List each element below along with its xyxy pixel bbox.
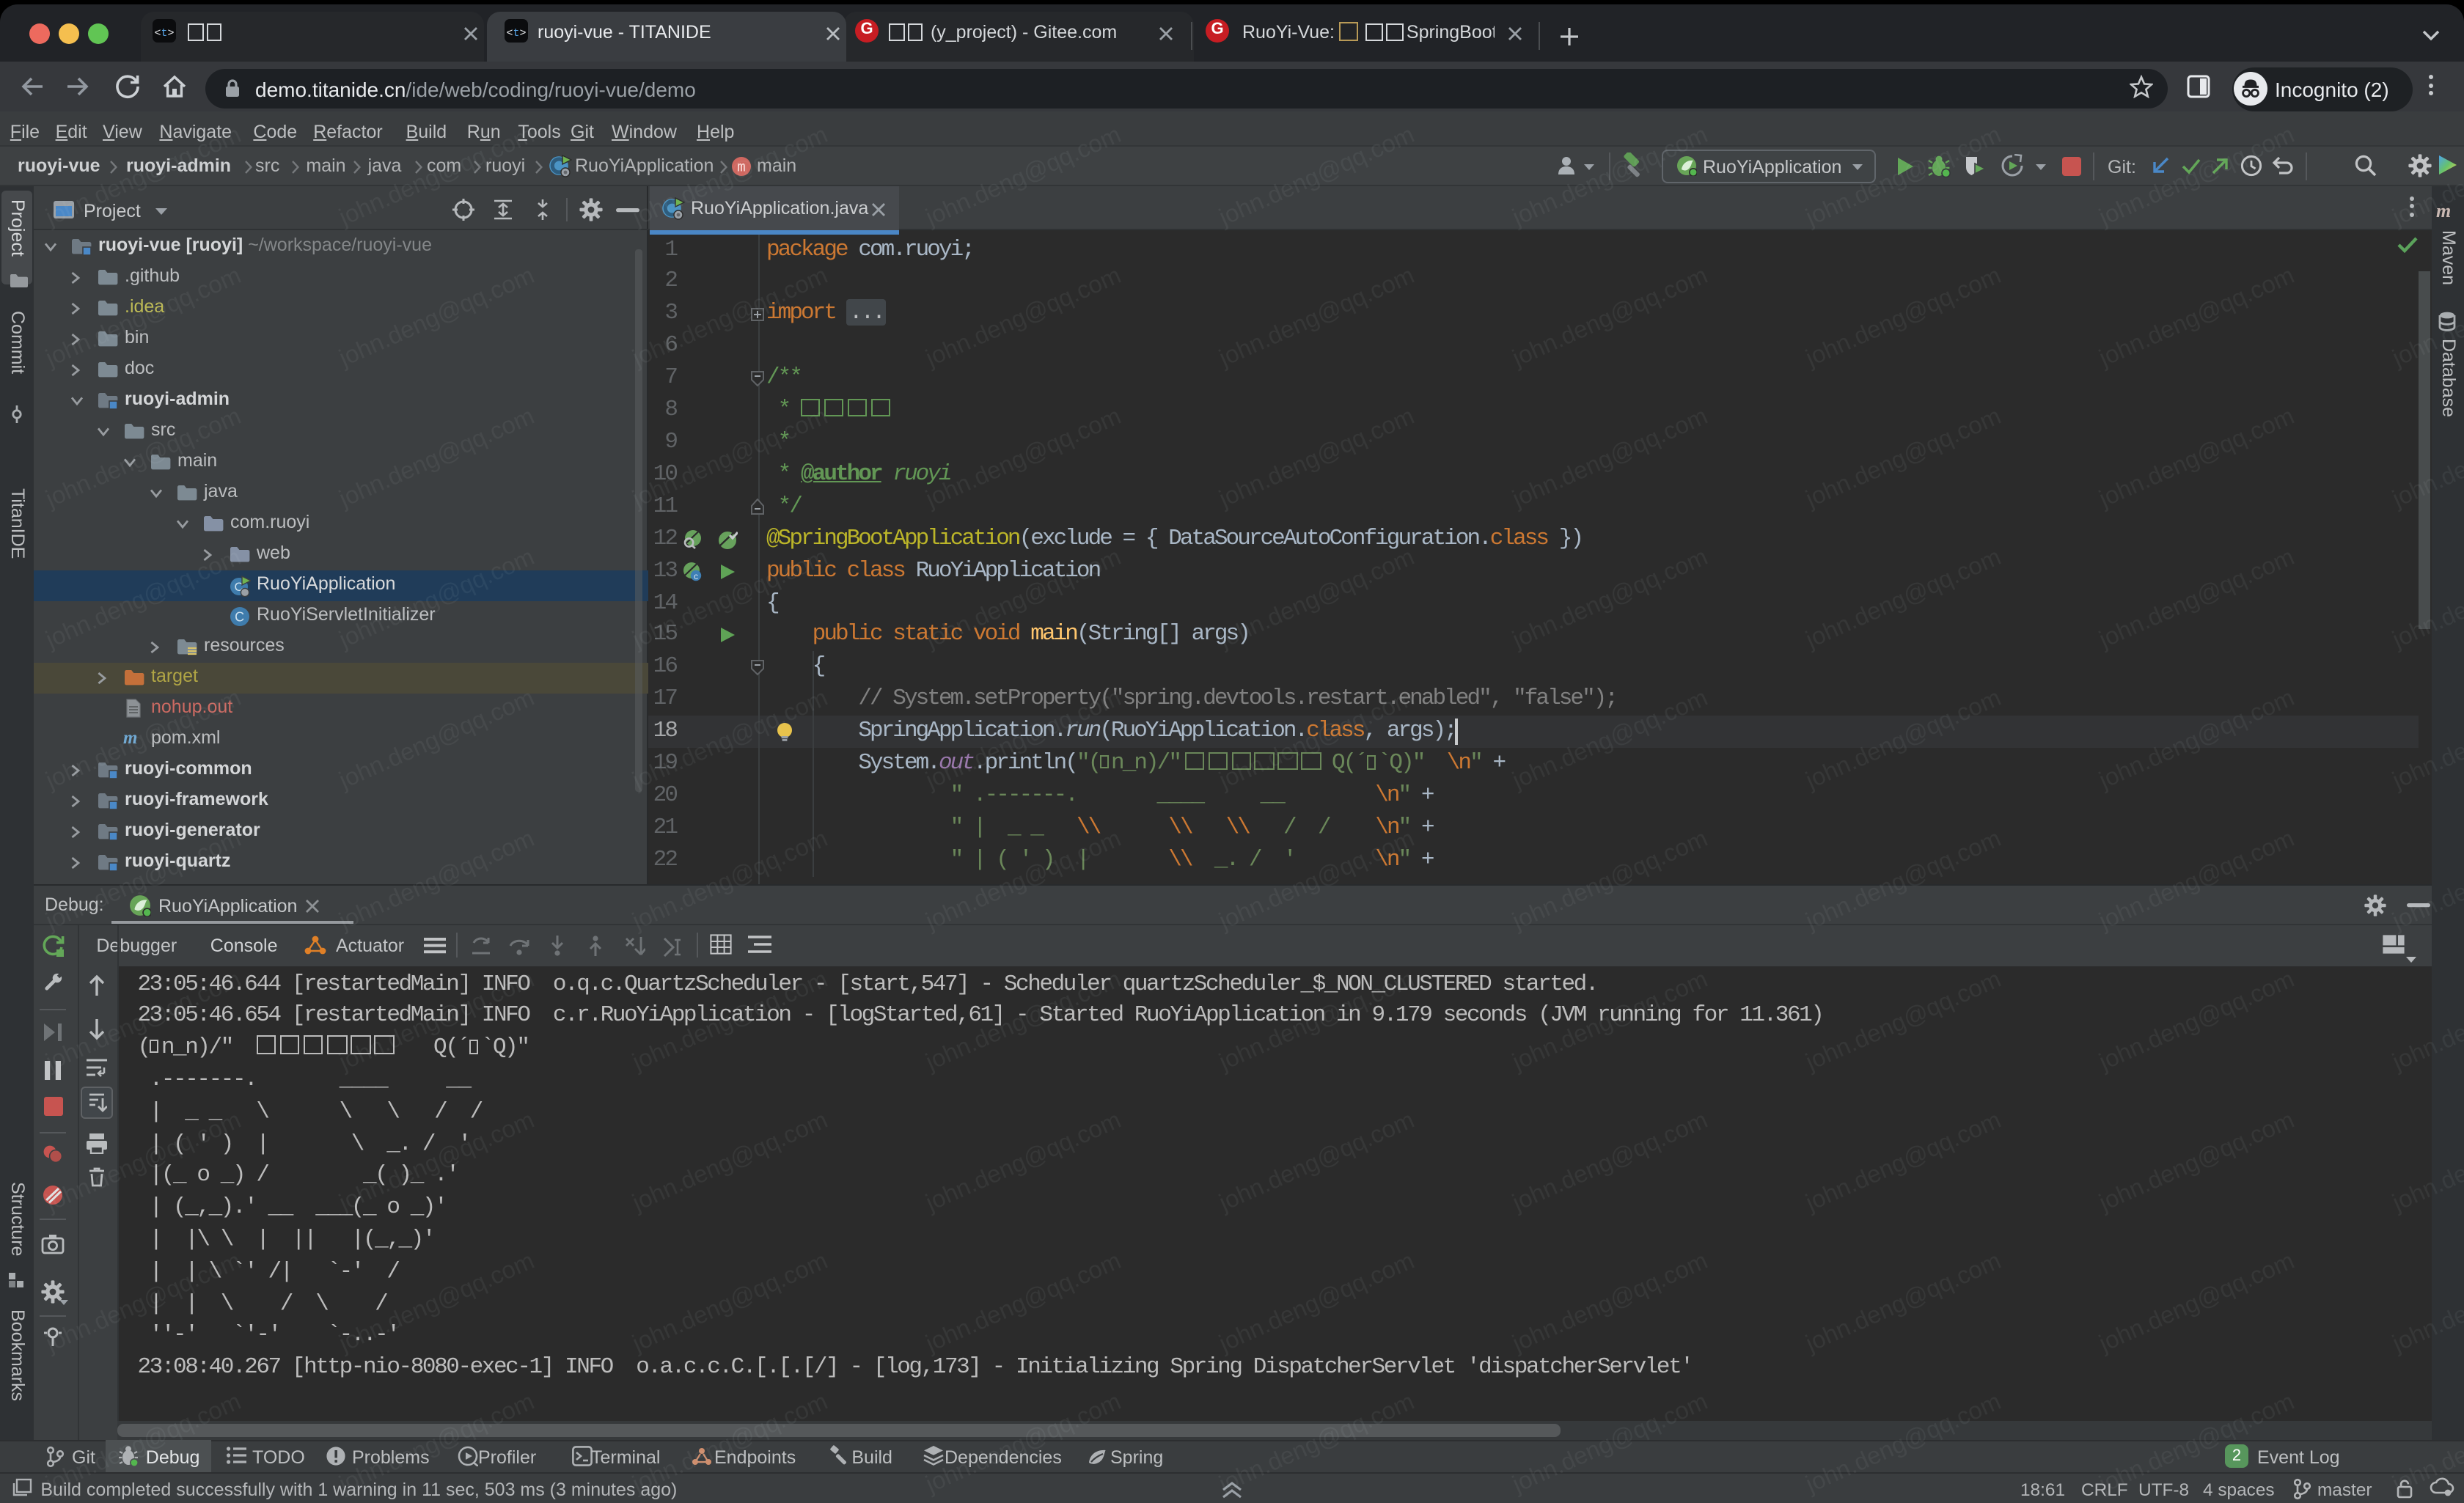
svg-text:C: C	[235, 609, 244, 624]
svg-text:m: m	[737, 159, 745, 175]
svg-text:<t>: <t>	[154, 27, 174, 40]
svg-text:c: c	[694, 570, 698, 581]
svg-text:<t>: <t>	[506, 27, 526, 40]
